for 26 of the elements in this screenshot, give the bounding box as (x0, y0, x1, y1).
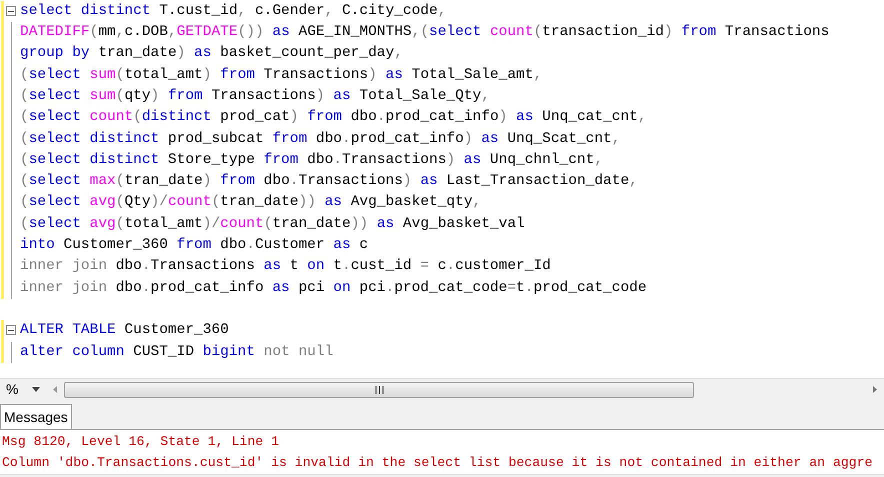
code-line: ALTER TABLE Customer_360 (20, 321, 229, 340)
error-message: Msg 8120, Level 16, State 1, Line 1 (1, 432, 280, 451)
scrollbar-thumb[interactable] (64, 382, 694, 398)
error-message: Column 'dbo.Transactions.cust_id' is invalid in the select list because it is not contained in either an aggre (1, 454, 874, 472)
collapse-icon[interactable] (6, 6, 16, 16)
code-line: select distinct T.cust_id, c.Gender, C.city_code, (20, 2, 446, 21)
code-line: (select distinct prod_subcat from dbo.prod_cat_info) as Unq_Scat_cnt, (20, 130, 620, 149)
results-tab[interactable]: Messages (0, 404, 72, 429)
left-arrow-icon (53, 386, 57, 393)
code-line: inner join dbo.Transactions as t on t.cust_id = c.customer_Id (20, 257, 551, 276)
code-line: (select max(tran_date) from dbo.Transactions) as Last_Transaction_date, (20, 172, 638, 192)
code-line: (select sum(qty) from Transactions) as Total_Sale_Qty, (20, 86, 490, 106)
code-line: (select distinct Store_type from dbo.Transactions) as Unq_chnl_cnt, (20, 150, 604, 170)
code-line: inner join dbo.prod_cat_info as pci on pci.prod_cat_code=t.prod_cat_code (20, 278, 647, 298)
code-line: into Customer_360 from dbo.Customer as c (20, 236, 368, 256)
code-line: (select sum(total_amt) from Transactions) as Total_Sale_amt, (20, 66, 542, 85)
code-line: group by tran_date) as basket_count_per_day, (20, 44, 403, 64)
collapse-icon[interactable] (6, 325, 16, 336)
grip-icon (374, 386, 384, 394)
code-line: (select avg(total_amt)/count(tran_date)) as Avg_basket_val (20, 214, 525, 234)
code-line: (select avg(Qty)/count(tran_date)) as Avg_basket_qty, (20, 193, 482, 212)
code-line: alter column CUST_ID bigint not null (20, 342, 334, 362)
caret-icon (32, 387, 40, 392)
right-arrow-icon (873, 386, 877, 393)
code-line: (select count(distinct prod_cat) from dbo.prod_cat_info) as Unq_cat_cnt, (20, 108, 647, 128)
code-line: DATEDIFF(mm,c.DOB,GETDATE()) as AGE_IN_MONTHS,(select count(transaction_id) from Transactions (20, 23, 830, 42)
